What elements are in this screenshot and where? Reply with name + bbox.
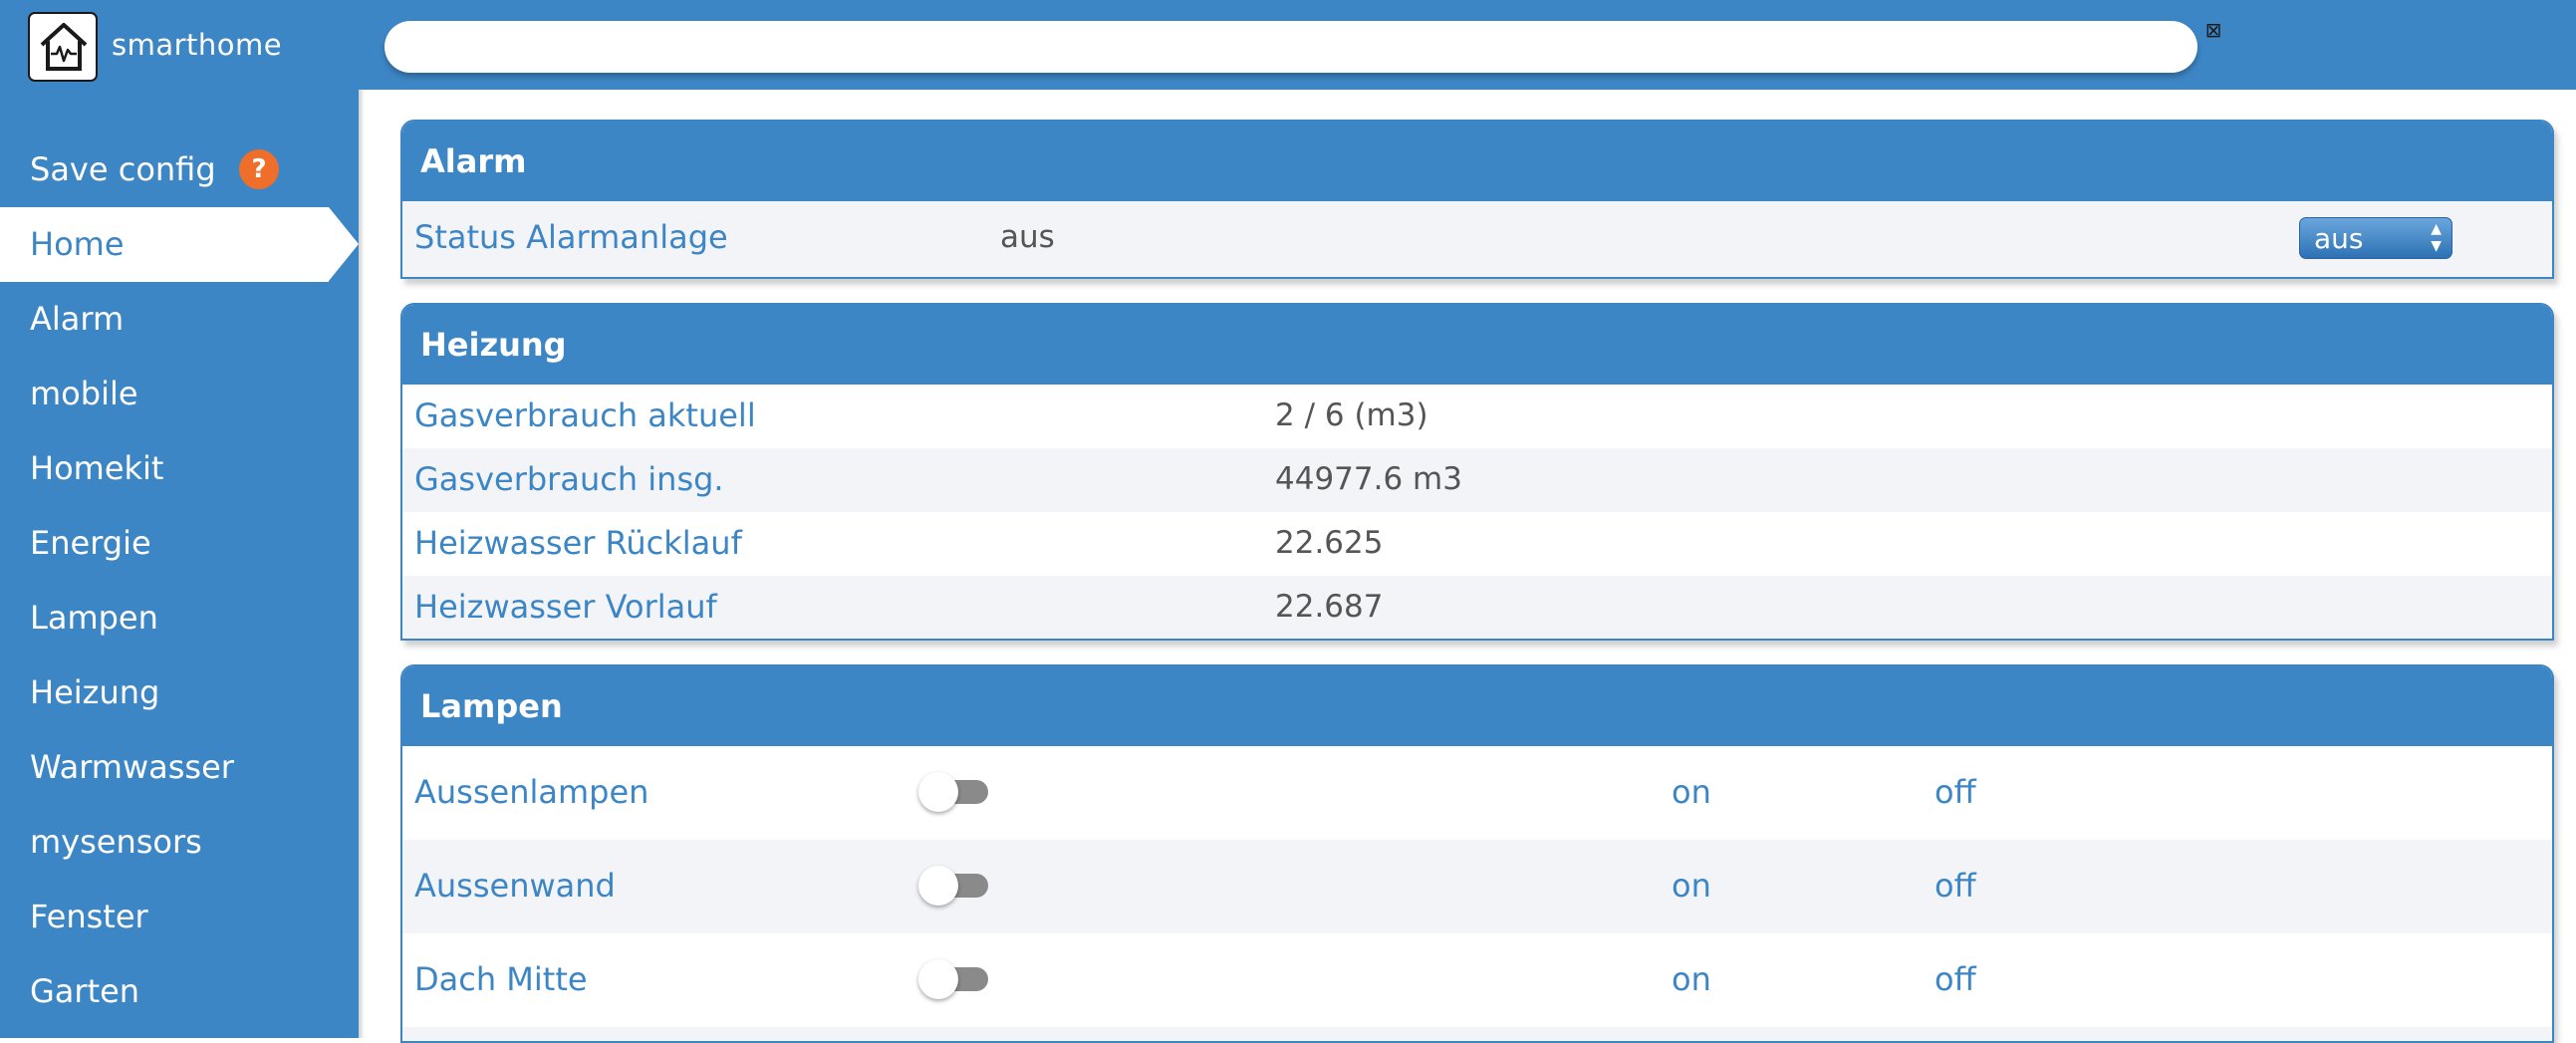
sidebar-item-warmwasser[interactable]: Warmwasser xyxy=(0,730,329,805)
lamp-on-button[interactable]: on xyxy=(1672,867,1711,905)
alarm-status-row: Status Alarmanlage aus aus ▲ ▼ xyxy=(402,201,2552,277)
heizung-row-label: Heizwasser Vorlauf xyxy=(414,588,717,626)
toggle-knob xyxy=(918,959,958,999)
sidebar-shadow xyxy=(359,90,365,1038)
lamp-label: Aussenwand xyxy=(414,867,616,905)
lamp-toggle-switch[interactable] xyxy=(918,768,994,812)
clear-x-icon[interactable]: ⊠ xyxy=(2203,20,2223,40)
sidebar-item-energie[interactable]: Energie xyxy=(0,506,329,581)
sidebar-item-fenster[interactable]: Fenster xyxy=(0,880,329,954)
save-config-button[interactable]: Save config xyxy=(30,139,216,199)
alarm-select-value: aus xyxy=(2314,222,2364,255)
sidebar-item-alarm[interactable]: Alarm xyxy=(0,282,329,357)
table-row: Gasverbrauch insg. 44977.6 m3 xyxy=(402,448,2552,512)
lamp-toggle-switch[interactable] xyxy=(918,955,994,999)
toggle-knob xyxy=(918,866,958,906)
list-item: Aussenwand on off xyxy=(402,840,2552,933)
heizung-row-label: Gasverbrauch aktuell xyxy=(414,396,756,434)
help-icon[interactable]: ? xyxy=(239,149,279,189)
alarm-status-value: aus xyxy=(1000,219,1055,255)
alarm-panel-title: Alarm xyxy=(402,122,2552,201)
heizung-row-label: Gasverbrauch insg. xyxy=(414,460,724,498)
lamp-label: Aussenlampen xyxy=(414,773,649,811)
lamp-label: Dach Mitte xyxy=(414,960,588,998)
search-input[interactable] xyxy=(385,21,2197,73)
lampen-panel-title: Lampen xyxy=(402,666,2552,746)
table-row: Heizwasser Vorlauf 22.687 xyxy=(402,576,2552,639)
list-item xyxy=(402,1027,2552,1041)
sidebar-item-home[interactable]: Home xyxy=(0,207,359,282)
heizung-row-value: 22.625 xyxy=(1275,525,1384,561)
lamp-off-button[interactable]: off xyxy=(1934,867,1976,905)
list-item: Aussenlampen on off xyxy=(402,746,2552,840)
heizung-row-value: 22.687 xyxy=(1275,589,1384,625)
heizung-panel: Heizung Gasverbrauch aktuell 2 / 6 (m3) … xyxy=(400,303,2554,641)
lamp-off-button[interactable]: off xyxy=(1934,960,1976,998)
lamp-on-button[interactable]: on xyxy=(1672,960,1711,998)
toggle-knob xyxy=(918,772,958,812)
sidebar-item-mobile[interactable]: mobile xyxy=(0,357,329,431)
sidebar-item-mysensors[interactable]: mysensors xyxy=(0,805,329,880)
lamp-on-button[interactable]: on xyxy=(1672,773,1711,811)
lamp-toggle-switch[interactable] xyxy=(918,862,994,906)
table-row: Gasverbrauch aktuell 2 / 6 (m3) xyxy=(402,385,2552,448)
heizung-row-value: 2 / 6 (m3) xyxy=(1275,397,1428,433)
table-row: Heizwasser Rücklauf 22.625 xyxy=(402,512,2552,576)
sidebar-item-lampen[interactable]: Lampen xyxy=(0,581,329,655)
heizung-row-value: 44977.6 m3 xyxy=(1275,461,1462,497)
list-item: Dach Mitte on off xyxy=(402,933,2552,1027)
smarthome-house-icon[interactable] xyxy=(28,12,98,82)
select-arrows-icon: ▲ ▼ xyxy=(2431,221,2442,254)
heizung-panel-title: Heizung xyxy=(402,305,2552,385)
alarm-status-label: Status Alarmanlage xyxy=(414,218,728,256)
lamp-off-button[interactable]: off xyxy=(1934,773,1976,811)
app-title: smarthome xyxy=(112,28,283,62)
lampen-panel: Lampen Aussenlampen on off Aussenwand on… xyxy=(400,664,2554,1043)
alarm-panel: Alarm Status Alarmanlage aus aus ▲ ▼ xyxy=(400,120,2554,279)
top-bar: smarthome ⊠ xyxy=(0,0,2576,90)
alarm-status-select[interactable]: aus ▲ ▼ xyxy=(2299,217,2452,259)
heizung-row-label: Heizwasser Rücklauf xyxy=(414,524,742,562)
sidebar: Save config ? Home Alarm mobile Homekit … xyxy=(0,90,359,1038)
sidebar-item-garten[interactable]: Garten xyxy=(0,954,329,1029)
sidebar-item-homekit[interactable]: Homekit xyxy=(0,431,329,506)
sidebar-item-heizung[interactable]: Heizung xyxy=(0,655,329,730)
